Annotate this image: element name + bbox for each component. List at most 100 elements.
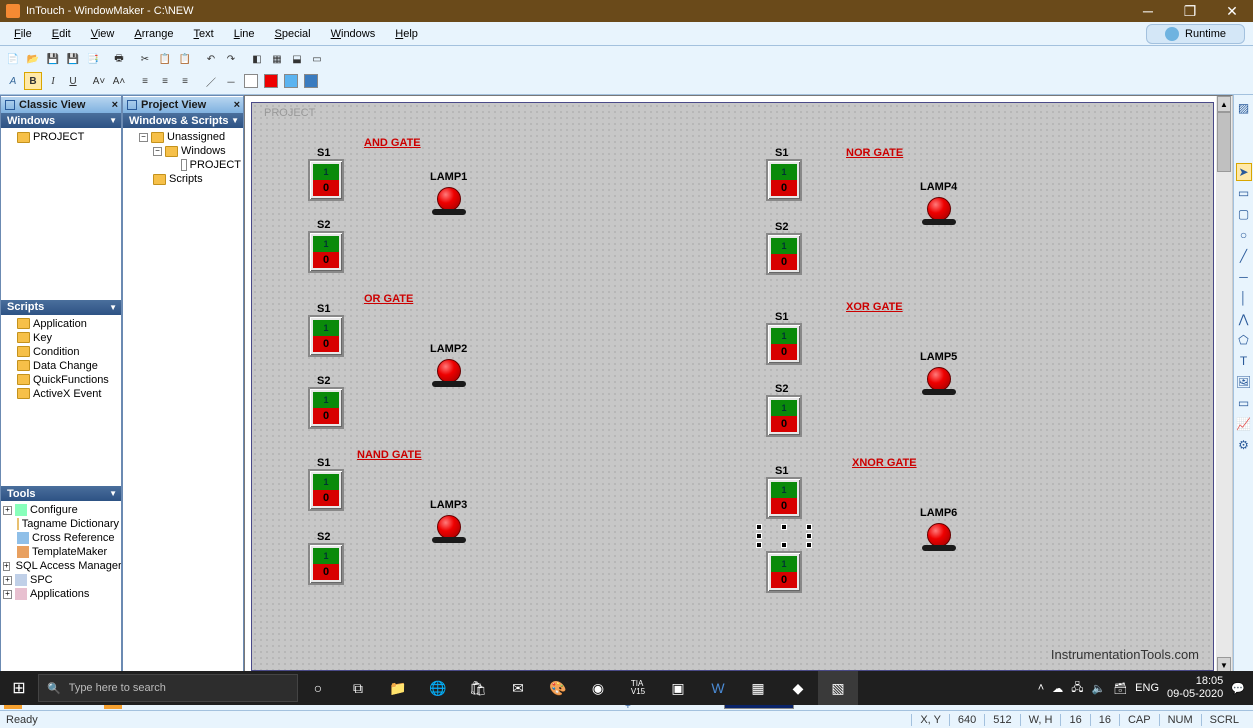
tools-subheader[interactable]: Tools▼ xyxy=(1,486,121,501)
selection-handles[interactable] xyxy=(759,527,809,545)
align-right-button[interactable]: ≡ xyxy=(176,72,194,90)
explorer-button[interactable]: 📁 xyxy=(378,671,418,705)
roundrect-tool[interactable]: ▢ xyxy=(1236,205,1252,223)
s2-label-4[interactable]: S2 xyxy=(775,221,788,233)
tool-sql[interactable]: +SQL Access Manager xyxy=(3,559,119,573)
lamp6[interactable] xyxy=(922,523,956,557)
taskview-button[interactable]: ⧉ xyxy=(338,671,378,705)
ptree-scripts[interactable]: Scripts xyxy=(125,172,241,186)
ptree-windows[interactable]: −Windows xyxy=(125,144,241,158)
switch-and-s1[interactable]: 10 xyxy=(308,159,344,201)
tia-button[interactable]: TIAV15 xyxy=(618,671,658,705)
trend-tool[interactable]: 📈 xyxy=(1236,415,1252,433)
switch-nand-s2[interactable]: 10 xyxy=(308,543,344,585)
switch-nor-s1[interactable]: 10 xyxy=(766,159,802,201)
start-button[interactable]: ⊞ xyxy=(0,671,38,705)
ellipse-tool[interactable]: ○ xyxy=(1236,226,1252,244)
lamp6-label[interactable]: LAMP6 xyxy=(920,507,957,519)
tray-clock[interactable]: 18:05 09-05-2020 xyxy=(1167,675,1223,701)
color3-button[interactable] xyxy=(282,72,300,90)
script-activex[interactable]: ActiveX Event xyxy=(3,387,119,401)
switch-nand-s1[interactable]: 10 xyxy=(308,469,344,511)
align-left-button[interactable]: ≡ xyxy=(136,72,154,90)
extra1-button[interactable]: ◧ xyxy=(248,50,266,68)
lamp1[interactable] xyxy=(432,187,466,221)
store-button[interactable]: 🛍 xyxy=(458,671,498,705)
menu-arrange[interactable]: Arrange xyxy=(126,26,181,42)
lamp4-label[interactable]: LAMP4 xyxy=(920,181,957,193)
switch-and-s2[interactable]: 10 xyxy=(308,231,344,273)
fontsize-dec-button[interactable]: A˅ xyxy=(90,72,108,90)
tree-item-project[interactable]: PROJECT xyxy=(3,130,119,144)
xor-gate-label[interactable]: XOR GATE xyxy=(846,301,903,313)
switch-or-s1[interactable]: 10 xyxy=(308,315,344,357)
font-button[interactable]: A xyxy=(4,72,22,90)
rect-tool[interactable]: ▭ xyxy=(1236,184,1252,202)
fontsize-inc-button[interactable]: A˄ xyxy=(110,72,128,90)
vline-tool[interactable]: │ xyxy=(1236,289,1252,307)
open-button[interactable]: 📂 xyxy=(24,50,42,68)
script-condition[interactable]: Condition xyxy=(3,345,119,359)
lamp5[interactable] xyxy=(922,367,956,401)
tool-spc[interactable]: +SPC xyxy=(3,573,119,587)
italic-button[interactable]: I xyxy=(44,72,62,90)
canvas-inner[interactable]: PROJECT AND GATE S1 10 S2 10 LAMP1 OR GA… xyxy=(245,96,1232,689)
ptree-unassigned[interactable]: −Unassigned xyxy=(125,130,241,144)
close-button[interactable]: ✕ xyxy=(1211,0,1253,22)
s1-label-1[interactable]: S1 xyxy=(317,147,330,159)
canvas[interactable]: PROJECT AND GATE S1 10 S2 10 LAMP1 OR GA… xyxy=(251,102,1214,671)
classic-view-header[interactable]: Classic View × xyxy=(1,96,121,113)
s1-label-3[interactable]: S1 xyxy=(317,457,330,469)
tool-template[interactable]: TemplateMaker xyxy=(3,545,119,559)
menu-file[interactable]: File xyxy=(6,26,40,42)
switch-nor-s2[interactable]: 10 xyxy=(766,233,802,275)
project-close-button[interactable]: × xyxy=(234,99,240,111)
menu-view[interactable]: View xyxy=(83,26,123,42)
switch-xor-s2[interactable]: 10 xyxy=(766,395,802,437)
lamp3[interactable] xyxy=(432,515,466,549)
lamp2-label[interactable]: LAMP2 xyxy=(430,343,467,355)
redo-button[interactable]: ↷ xyxy=(222,50,240,68)
lamp2[interactable] xyxy=(432,359,466,393)
s2-label-3[interactable]: S2 xyxy=(317,531,330,543)
ws-subheader[interactable]: Windows & Scripts▼ xyxy=(123,113,243,128)
menu-edit[interactable]: Edit xyxy=(44,26,79,42)
s1-label-6[interactable]: S1 xyxy=(775,465,788,477)
undo-button[interactable]: ↶ xyxy=(202,50,220,68)
dup-button[interactable]: 📑 xyxy=(84,50,102,68)
nand-gate-label[interactable]: NAND GATE xyxy=(357,449,422,461)
hline-tool[interactable]: ─ xyxy=(1236,268,1252,286)
extra4-button[interactable]: ▭ xyxy=(308,50,326,68)
tray-chevron[interactable]: ˄ xyxy=(1038,682,1044,694)
tray-volume[interactable]: 🔈 xyxy=(1092,682,1106,695)
s2-label-1[interactable]: S2 xyxy=(317,219,330,231)
menu-windows[interactable]: Windows xyxy=(323,26,384,42)
cortana-button[interactable]: ○ xyxy=(298,671,338,705)
script-key[interactable]: Key xyxy=(3,331,119,345)
extra2-button[interactable]: ▦ xyxy=(268,50,286,68)
paint-button[interactable]: 🎨 xyxy=(538,671,578,705)
lineA-button[interactable]: ／ xyxy=(202,72,220,90)
and-gate-label[interactable]: AND GATE xyxy=(364,137,421,149)
lamp4[interactable] xyxy=(922,197,956,231)
tray-notifications[interactable]: 💬 xyxy=(1231,682,1245,695)
xnor-gate-label[interactable]: XNOR GATE xyxy=(852,457,917,469)
scripts-subheader[interactable]: Scripts▼ xyxy=(1,300,121,315)
polyline-tool[interactable]: ⋀ xyxy=(1236,310,1252,328)
polygon-tool[interactable]: ⬠ xyxy=(1236,331,1252,349)
switch-or-s2[interactable]: 10 xyxy=(308,387,344,429)
script-application[interactable]: Application xyxy=(3,317,119,331)
tool-apps[interactable]: +Applications xyxy=(3,587,119,601)
s2-label-2[interactable]: S2 xyxy=(317,375,330,387)
app1-button[interactable]: ▣ xyxy=(658,671,698,705)
line-tool[interactable]: ╱ xyxy=(1236,247,1252,265)
new-button[interactable]: 📄 xyxy=(4,50,22,68)
mail-button[interactable]: ✉ xyxy=(498,671,538,705)
saveall-button[interactable]: 💾 xyxy=(64,50,82,68)
chrome-button[interactable]: ◉ xyxy=(578,671,618,705)
paste-button[interactable]: 📋 xyxy=(176,50,194,68)
edge-button[interactable]: 🌐 xyxy=(418,671,458,705)
lamp3-label[interactable]: LAMP3 xyxy=(430,499,467,511)
maximize-button[interactable]: ❐ xyxy=(1169,0,1211,22)
cut-button[interactable]: ✂ xyxy=(136,50,154,68)
